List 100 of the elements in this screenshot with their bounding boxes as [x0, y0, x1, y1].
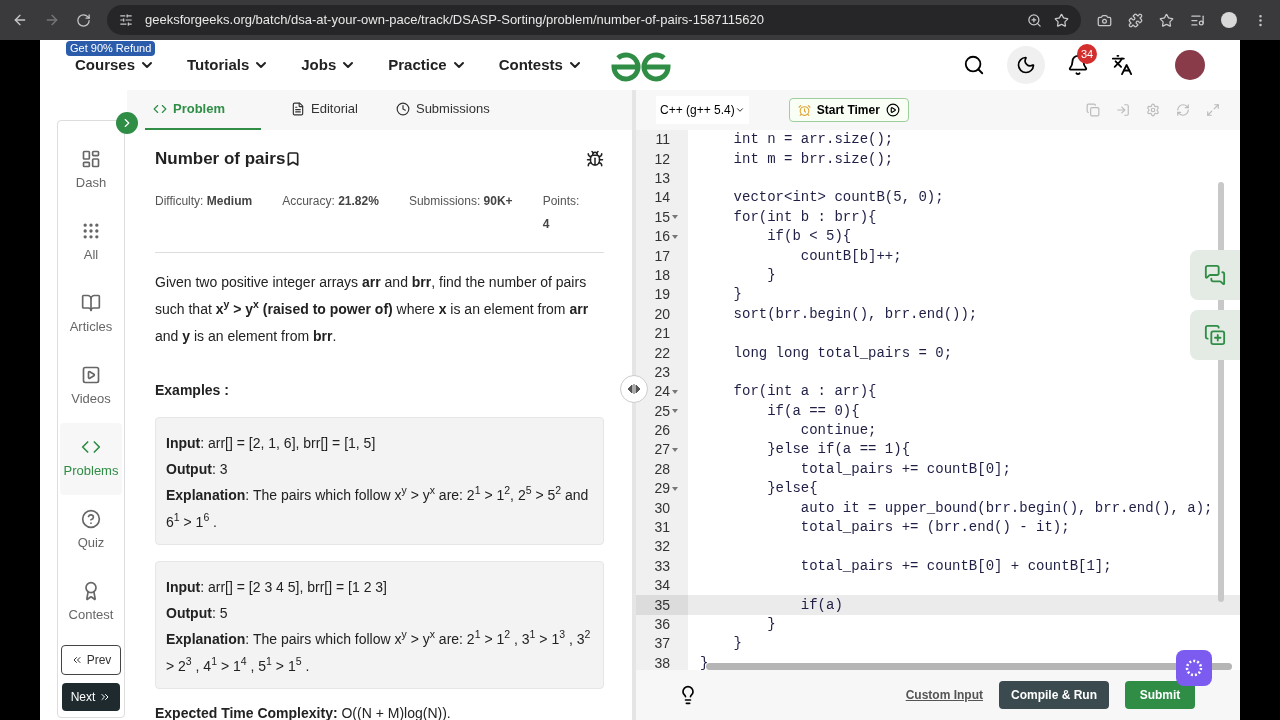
example-input-text: Input: arr[] = [2 3 4 5], brr[] = [1 2 3]: [166, 577, 388, 597]
problem-stat: Points: 4: [542, 192, 581, 233]
profile-avatar[interactable]: [1221, 12, 1237, 28]
search-icon[interactable]: [963, 54, 985, 76]
add-note-button[interactable]: [1190, 310, 1240, 360]
fold-arrow-icon[interactable]: [672, 215, 678, 220]
code-line: }: [766, 265, 776, 285]
line-number: 30: [654, 498, 670, 518]
logo-icon[interactable]: [610, 52, 672, 82]
user-avatar[interactable]: [1175, 50, 1205, 80]
media-icon[interactable]: [1190, 12, 1205, 28]
line-number: 16: [654, 227, 670, 247]
ring-icon: [1184, 658, 1204, 678]
code-line: for(int a : arr){: [732, 382, 877, 402]
forward-icon[interactable]: [44, 12, 60, 28]
camera-icon[interactable]: [1097, 12, 1112, 28]
line-number: 26: [654, 421, 670, 441]
prev-button[interactable]: Prev: [61, 645, 121, 675]
caret-icon: [734, 105, 745, 115]
line-number: 28: [654, 459, 670, 479]
line-number: 35: [654, 595, 670, 615]
line-number: 37: [654, 634, 670, 654]
code-line: }: [766, 614, 776, 634]
assistant-button[interactable]: [1176, 650, 1212, 686]
bookmark-star-icon[interactable]: [1054, 12, 1069, 28]
star-icon[interactable]: [1159, 12, 1174, 28]
address-bar[interactable]: geeksforgeeks.org/batch/dsa-at-your-own-pace/track/DSASP-Sorting/problem/number-of-pairs-1587115620: [107, 5, 1081, 35]
code-line: total_pairs += countB[0] + countB[1];: [799, 556, 1112, 576]
nav-menu[interactable]: Jobs: [301, 53, 357, 77]
moon-icon: [1016, 55, 1036, 75]
line-number: 21: [654, 324, 670, 344]
chat-icon: [1204, 264, 1226, 286]
problem-stat: Accuracy: 21.82%: [282, 192, 379, 210]
code-line: total_pairs += (brr.end() - it);: [799, 518, 1070, 537]
alarm-clock-icon: [797, 103, 811, 117]
nav-menu[interactable]: Contests: [498, 53, 583, 77]
notification-count: 34: [1077, 44, 1097, 64]
line-number: 32: [654, 537, 670, 557]
line-number: 38: [654, 653, 670, 670]
nav-menu[interactable]: Courses: [75, 53, 156, 77]
custom-input-link[interactable]: Custom Input: [905, 686, 983, 704]
next-button[interactable]: Next: [62, 683, 120, 711]
rail-item[interactable]: All: [60, 207, 122, 279]
code-line: }else{: [766, 479, 818, 499]
fold-arrow-icon[interactable]: [672, 234, 678, 239]
code-line: }: [732, 285, 742, 305]
language-select[interactable]: C++ (g++ 5.4): [656, 96, 749, 124]
fold-arrow-icon[interactable]: [672, 389, 678, 394]
code-line: long long total_pairs = 0;: [732, 343, 953, 363]
problem-description: Given two positive integer arrays arr and brr, find the number of pairs such that x$^{y}$ > y$^{x}$ (raised to power of) where x is an element from arr and y is an element from brr.: [155, 272, 590, 346]
tab[interactable]: Editorial: [283, 90, 366, 130]
code-line: }else if(a == 1){: [766, 440, 911, 460]
zoom-icon[interactable]: [1027, 12, 1042, 28]
example-input-text: Input: arr[] = [2, 1, 6], brr[] = [1, 5]: [166, 433, 377, 453]
line-number: 31: [654, 518, 670, 537]
rail-item[interactable]: Dash: [60, 135, 122, 207]
code-line: if(a): [799, 595, 843, 615]
line-number: 19: [654, 285, 670, 305]
rail-item[interactable]: Problems: [60, 423, 122, 495]
line-number: 11: [655, 130, 670, 150]
document-icon: [291, 102, 305, 116]
rail-item[interactable]: Articles: [60, 279, 122, 351]
reload-icon[interactable]: [76, 12, 91, 28]
line-number: 13: [654, 169, 670, 188]
code-line: auto it = upper_bound(brr.begin(), brr.end(), a);: [799, 498, 1213, 518]
back-icon[interactable]: [12, 12, 28, 28]
chat-button[interactable]: [1190, 250, 1240, 300]
tab[interactable]: Problem: [145, 90, 261, 130]
bookmark-icon[interactable]: [285, 150, 302, 167]
resize-handle-icon[interactable]: [627, 384, 641, 394]
nav-menu[interactable]: Tutorials: [187, 53, 270, 77]
submit-button[interactable]: Submit: [1125, 681, 1195, 709]
book-icon: [81, 293, 101, 314]
bug-report-icon[interactable]: [586, 149, 604, 168]
line-number: 20: [654, 304, 670, 324]
video-icon: [81, 365, 101, 386]
line-number: 14: [654, 188, 670, 208]
theme-toggle[interactable]: [1007, 46, 1045, 84]
expand-button[interactable]: [116, 112, 138, 134]
translate-icon[interactable]: [1111, 54, 1133, 76]
refund-badge[interactable]: Get 90% Refund: [66, 41, 156, 56]
fold-arrow-icon[interactable]: [672, 447, 678, 452]
site-info-icon[interactable]: [119, 13, 133, 27]
code-line: int m = brr.size();: [732, 149, 894, 169]
line-number: 23: [654, 362, 670, 382]
tab[interactable]: Submissions: [387, 90, 498, 130]
time-complexity: Expected Time Complexity: O((N + M)log(N)).: [155, 703, 452, 720]
fold-arrow-icon[interactable]: [672, 486, 678, 491]
start-timer-button[interactable]: Start Timer: [788, 98, 909, 122]
fold-arrow-icon[interactable]: [672, 409, 678, 414]
rail-item[interactable]: Quiz: [60, 495, 122, 567]
code-line: }: [732, 634, 742, 654]
nav-menu[interactable]: Practice: [388, 53, 467, 77]
line-number: 18: [654, 265, 670, 285]
rail-item[interactable]: Contest: [60, 567, 122, 639]
code-line: if(a == 0){: [766, 401, 860, 421]
compile-run-button[interactable]: Compile & Run: [999, 681, 1109, 709]
rail-item[interactable]: Videos: [60, 351, 122, 423]
horizontal-scrollbar[interactable]: [706, 663, 1232, 670]
extensions-icon[interactable]: [1128, 12, 1143, 28]
